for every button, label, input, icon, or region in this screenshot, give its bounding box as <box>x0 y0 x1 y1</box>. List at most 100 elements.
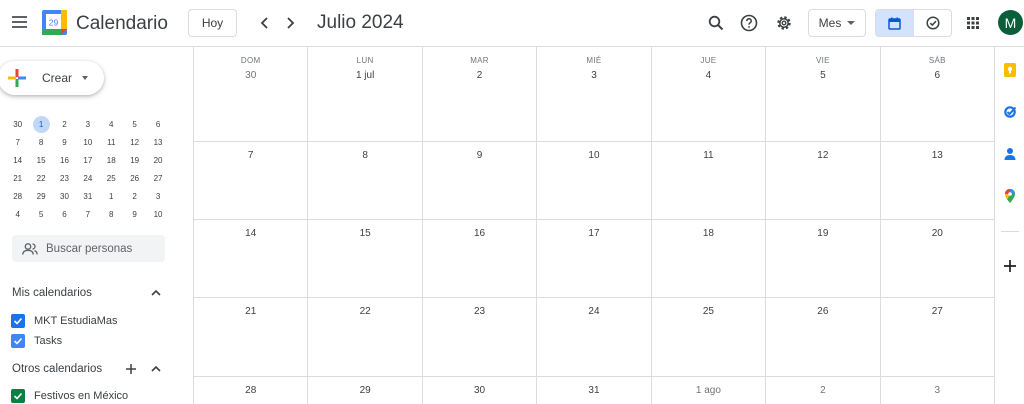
day-number[interactable]: 2 <box>423 70 536 81</box>
calendar-logo-icon[interactable]: 29 <box>42 10 67 35</box>
mini-calendar-day[interactable]: 26 <box>123 169 146 187</box>
contacts-icon[interactable] <box>1003 146 1017 162</box>
view-selector[interactable]: Mes <box>808 9 866 37</box>
mini-calendar-day[interactable]: 8 <box>100 205 123 223</box>
mini-calendar-day[interactable]: 27 <box>146 169 169 187</box>
day-number[interactable]: 25 <box>652 306 765 317</box>
day-number[interactable]: 27 <box>881 306 994 317</box>
mini-calendar-day[interactable]: 12 <box>123 133 146 151</box>
mini-calendar-day[interactable]: 17 <box>76 151 99 169</box>
day-number[interactable]: 11 <box>652 150 765 161</box>
day-cell[interactable]: 20 <box>879 220 994 297</box>
day-number[interactable]: 3 <box>881 385 994 396</box>
mini-calendar-day[interactable]: 24 <box>76 169 99 187</box>
day-number[interactable]: 19 <box>766 228 879 239</box>
mini-calendar-day[interactable]: 31 <box>76 187 99 205</box>
create-button[interactable]: Crear <box>0 61 104 95</box>
day-number[interactable]: 23 <box>423 306 536 317</box>
day-number[interactable]: 26 <box>766 306 879 317</box>
mini-calendar-day[interactable]: 2 <box>123 187 146 205</box>
other-calendars-title[interactable]: Otros calendarios <box>12 363 102 375</box>
day-cell[interactable]: 23 <box>421 298 536 376</box>
day-number[interactable]: 1 jul <box>308 70 421 81</box>
day-cell[interactable]: 7 <box>193 142 307 219</box>
mini-calendar-day[interactable]: 3 <box>76 115 99 133</box>
day-number[interactable]: 3 <box>537 70 650 81</box>
calendar-item-festivos-mexico[interactable]: Festivos en México <box>11 389 128 403</box>
day-cell[interactable]: 1 ago <box>650 377 765 404</box>
mini-calendar-day[interactable]: 11 <box>100 133 123 151</box>
calendar-view-toggle[interactable] <box>876 10 913 36</box>
day-number[interactable]: 24 <box>537 306 650 317</box>
mini-calendar-day[interactable]: 8 <box>29 133 52 151</box>
checkbox[interactable] <box>11 334 25 348</box>
day-number[interactable]: 30 <box>194 70 307 81</box>
mini-calendar-day[interactable]: 6 <box>146 115 169 133</box>
mini-calendar-day[interactable]: 29 <box>29 187 52 205</box>
day-cell[interactable]: MAR 2 <box>421 47 536 141</box>
mini-calendar-day[interactable]: 1 <box>100 187 123 205</box>
day-number[interactable]: 22 <box>308 306 421 317</box>
day-cell[interactable]: 18 <box>650 220 765 297</box>
search-people-field[interactable]: Buscar personas <box>12 235 165 262</box>
day-cell[interactable]: 22 <box>307 298 421 376</box>
mini-calendar-day[interactable]: 7 <box>76 205 99 223</box>
day-number[interactable]: 18 <box>652 228 765 239</box>
day-number[interactable]: 29 <box>308 385 421 396</box>
day-cell[interactable]: 30 <box>421 377 536 404</box>
day-number[interactable]: 31 <box>537 385 650 396</box>
day-number[interactable]: 5 <box>766 70 879 81</box>
mini-calendar-day[interactable]: 19 <box>123 151 146 169</box>
mini-calendar-day[interactable]: 9 <box>123 205 146 223</box>
keep-notes-icon[interactable] <box>1003 62 1017 78</box>
day-cell[interactable]: 28 <box>193 377 307 404</box>
tasks-view-toggle[interactable] <box>913 10 951 36</box>
mini-calendar-day[interactable]: 15 <box>29 151 52 169</box>
day-cell[interactable]: 16 <box>421 220 536 297</box>
day-number[interactable]: 2 <box>766 385 879 396</box>
mini-calendar-day[interactable]: 1 <box>29 115 52 133</box>
avatar[interactable]: M <box>998 10 1023 35</box>
day-cell[interactable]: 26 <box>765 298 879 376</box>
mini-calendar-day[interactable]: 13 <box>146 133 169 151</box>
checkbox[interactable] <box>11 389 25 403</box>
help-button[interactable] <box>738 12 760 34</box>
checkbox[interactable] <box>11 314 25 328</box>
day-cell[interactable]: 31 <box>536 377 650 404</box>
today-button[interactable]: Hoy <box>188 9 237 37</box>
mini-calendar-day[interactable]: 20 <box>146 151 169 169</box>
mini-calendar-day[interactable]: 16 <box>53 151 76 169</box>
maps-pin-icon[interactable] <box>1003 188 1017 204</box>
day-cell[interactable]: JUE 4 <box>650 47 765 141</box>
day-number[interactable]: 28 <box>194 385 307 396</box>
day-cell[interactable]: 14 <box>193 220 307 297</box>
day-cell[interactable]: DOM 30 <box>193 47 307 141</box>
calendar-item-tasks[interactable]: Tasks <box>11 334 62 348</box>
day-cell[interactable]: 10 <box>536 142 650 219</box>
settings-button[interactable] <box>773 12 795 34</box>
day-cell[interactable]: 15 <box>307 220 421 297</box>
day-number[interactable]: 21 <box>194 306 307 317</box>
mini-calendar-day[interactable]: 25 <box>100 169 123 187</box>
day-cell[interactable]: MIÉ 3 <box>536 47 650 141</box>
mini-calendar-day[interactable]: 5 <box>29 205 52 223</box>
day-cell[interactable]: 29 <box>307 377 421 404</box>
day-number[interactable]: 30 <box>423 385 536 396</box>
mini-calendar-day[interactable]: 4 <box>100 115 123 133</box>
day-cell[interactable]: 21 <box>193 298 307 376</box>
day-number[interactable]: 14 <box>194 228 307 239</box>
add-addon-plus-icon[interactable] <box>1003 258 1017 274</box>
day-cell[interactable]: 9 <box>421 142 536 219</box>
day-number[interactable]: 16 <box>423 228 536 239</box>
mini-calendar-day[interactable]: 23 <box>53 169 76 187</box>
day-cell[interactable]: 25 <box>650 298 765 376</box>
mini-calendar-day[interactable]: 5 <box>123 115 146 133</box>
chevron-up-icon[interactable] <box>150 287 162 299</box>
mini-calendar-day[interactable]: 10 <box>76 133 99 151</box>
mini-calendar-day[interactable]: 21 <box>6 169 29 187</box>
day-number[interactable]: 10 <box>537 150 650 161</box>
day-cell[interactable]: 13 <box>879 142 994 219</box>
day-number[interactable]: 1 ago <box>652 385 765 396</box>
next-month-button[interactable] <box>280 13 300 33</box>
day-number[interactable]: 6 <box>881 70 994 81</box>
